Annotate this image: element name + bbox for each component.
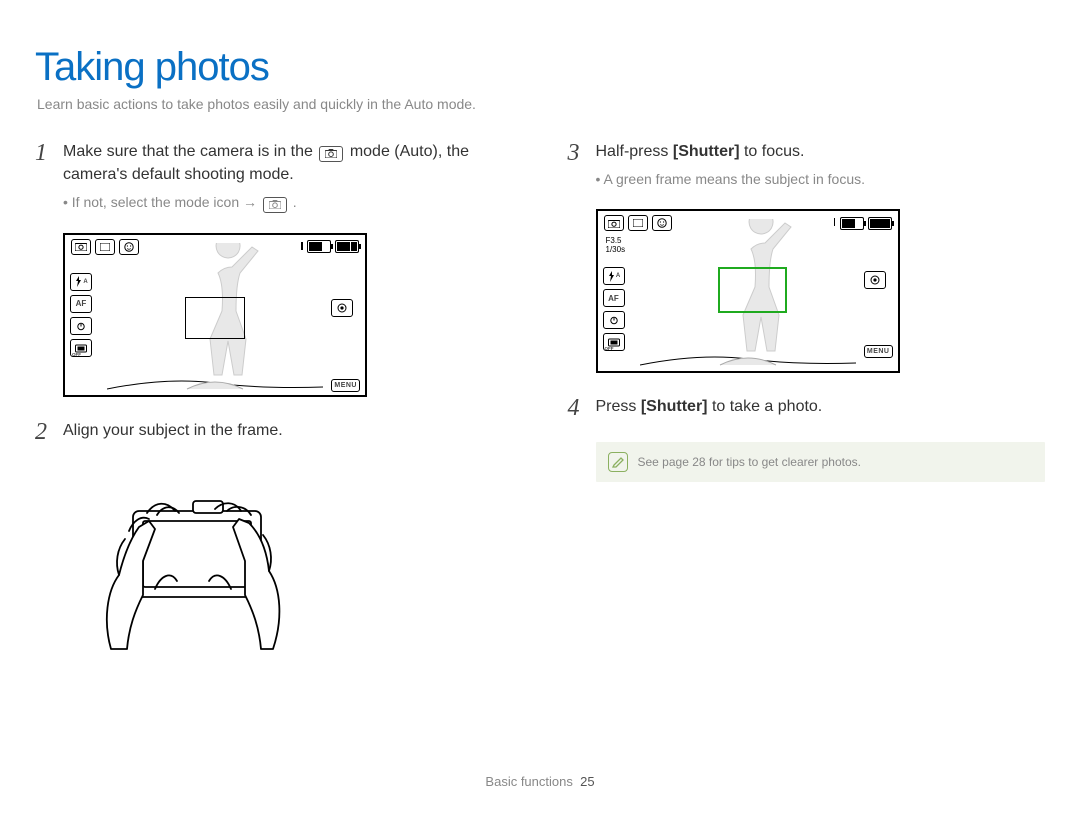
camera-mode-icon-small xyxy=(263,197,287,213)
ground-shape xyxy=(107,377,407,391)
lcd-sidebar-left: A AF OFF xyxy=(70,273,92,357)
camera-lcd-step3: F3.5 1/30s A AF OFF MENU xyxy=(596,209,900,373)
step-body: Half-press [Shutter] to focus. A green f… xyxy=(596,140,1046,189)
lcd-sidebar-left: A AF OFF xyxy=(603,267,625,351)
step-3: 3 Half-press [Shutter] to focus. A green… xyxy=(568,140,1046,189)
battery-icon-a xyxy=(840,217,864,230)
step1-bullet: If not, select the mode icon → . xyxy=(63,192,513,213)
aspect-icon xyxy=(95,239,115,255)
step1-text-a: Make sure that the camera is in the xyxy=(63,143,313,160)
camera-mode-icon xyxy=(319,146,343,162)
step1-bullet-a: If not, select the mode icon → xyxy=(72,194,261,210)
step1-bullet-b: . xyxy=(293,194,297,210)
shutter-label: [Shutter] xyxy=(641,398,708,415)
timer-off-btn: OFF xyxy=(603,311,625,329)
lcd-sidebar-right: MENU xyxy=(864,271,893,358)
right-column: 3 Half-press [Shutter] to focus. A green… xyxy=(568,140,1046,662)
step-number: 2 xyxy=(35,419,63,445)
battery-icon-b xyxy=(868,217,892,230)
step-body: Align your subject in the frame. xyxy=(63,419,513,445)
tip-note: See page 28 for tips to get clearer phot… xyxy=(596,442,1046,482)
battery-icon-a xyxy=(307,240,331,253)
shutter-label: [Shutter] xyxy=(673,143,740,160)
step3-text-b: to focus. xyxy=(740,143,805,160)
step-4: 4 Press [Shutter] to take a photo. xyxy=(568,395,1046,421)
footer-page: 25 xyxy=(580,774,594,789)
step3-bullet: A green frame means the subject in focus… xyxy=(596,169,1046,189)
af-btn: AF xyxy=(603,289,625,307)
record-btn xyxy=(864,271,886,289)
hands-holding-camera xyxy=(63,471,323,657)
flash-auto-btn: A xyxy=(603,267,625,285)
step-number: 3 xyxy=(568,140,596,189)
timer-off-btn: OFF xyxy=(70,317,92,335)
step-2: 2 Align your subject in the frame. xyxy=(35,419,513,445)
mode-icon xyxy=(604,215,624,231)
ground-shape xyxy=(640,353,940,367)
left-column: 1 Make sure that the camera is in the mo… xyxy=(35,140,513,662)
footer-section: Basic functions xyxy=(485,774,572,789)
step2-text: Align your subject in the frame. xyxy=(63,422,283,439)
page-footer: Basic functions 25 xyxy=(0,774,1080,789)
step-body: Make sure that the camera is in the mode… xyxy=(63,140,513,213)
note-text: See page 28 for tips to get clearer phot… xyxy=(638,455,861,469)
page-title: Taking photos xyxy=(35,45,1045,90)
page-subtitle: Learn basic actions to take photos easil… xyxy=(37,96,1045,112)
flash-auto-btn: A xyxy=(70,273,92,291)
record-btn xyxy=(331,299,353,317)
step-number: 4 xyxy=(568,395,596,421)
shutter-speed-value: 1/30s xyxy=(606,246,626,255)
af-btn: AF xyxy=(70,295,92,313)
face-icon xyxy=(119,239,139,255)
step-1: 1 Make sure that the camera is in the mo… xyxy=(35,140,513,213)
exposure-readout: F3.5 1/30s xyxy=(606,237,626,255)
mode-icon xyxy=(71,239,91,255)
step3-text-a: Half-press xyxy=(596,143,673,160)
note-icon xyxy=(608,452,628,472)
battery-icon-b xyxy=(335,240,359,253)
focus-frame xyxy=(185,297,245,339)
focus-frame-green xyxy=(718,267,787,313)
step-number: 1 xyxy=(35,140,63,213)
face-icon xyxy=(652,215,672,231)
step4-text-a: Press xyxy=(596,398,641,415)
step4-text-b: to take a photo. xyxy=(708,398,823,415)
aspect-icon xyxy=(628,215,648,231)
camera-lcd-step1: A AF OFF MENU xyxy=(63,233,367,397)
step-body: Press [Shutter] to take a photo. xyxy=(596,395,1046,421)
